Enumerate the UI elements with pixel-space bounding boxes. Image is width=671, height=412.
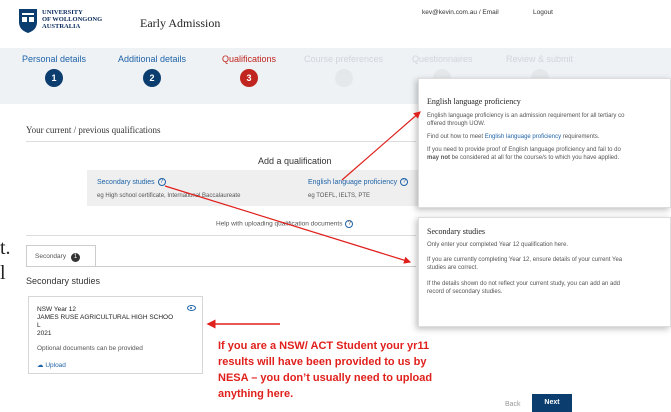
secondary-studies-examples: eg High school certificate, Internationa…: [97, 193, 241, 199]
tab-label: Secondary: [35, 253, 67, 260]
site-header: UNIVERSITY OF WOLLONGONG AUSTRALIA Early…: [0, 0, 671, 48]
panel-text: If the details shown do not reflect your…: [427, 281, 621, 287]
divider: [26, 235, 416, 236]
cropped-text: t.: [0, 237, 11, 259]
cloud-upload-icon: ☁: [37, 362, 44, 369]
step-qualifications[interactable]: Qualifications 3: [222, 54, 276, 87]
step-label: Review & submit: [506, 54, 574, 64]
step-personal-details[interactable]: Personal details 1: [22, 54, 86, 87]
tab-secondary[interactable]: Secondary 1: [26, 245, 96, 267]
card-year: 2021: [37, 330, 52, 337]
app-title: Early Admission: [140, 16, 221, 30]
panel-text: English language proficiency is an admis…: [427, 113, 625, 119]
panel-text: Only enter your completed Year 12 qualif…: [427, 242, 569, 248]
info-icon[interactable]: ?: [157, 178, 166, 186]
step-label: Questionnaires: [412, 54, 473, 64]
university-logo-text: UNIVERSITY OF WOLLONGONG AUSTRALIA: [42, 9, 103, 30]
next-button[interactable]: Next: [532, 394, 572, 412]
secondary-studies-option[interactable]: Secondary studies?: [97, 178, 166, 186]
card-title: NSW Year 12: [37, 306, 77, 313]
step-label: Personal details: [22, 54, 87, 64]
tab-count-badge: 1: [71, 253, 81, 262]
step-label: Course preferences: [304, 54, 384, 64]
qualification-options: Secondary studies? eg High school certif…: [87, 170, 420, 206]
panel-text: studies are correct.: [427, 265, 479, 271]
panel-text: offered through UOW.: [427, 121, 486, 127]
divider: [26, 141, 416, 142]
help-uploading-link[interactable]: Help with uploading qualification docume…: [216, 220, 354, 228]
info-icon: ?: [345, 220, 354, 228]
upload-button[interactable]: ☁ Upload: [37, 361, 66, 369]
panel-text: Find out how to meet English language pr…: [427, 134, 600, 140]
section-title: Your current / previous qualifications: [26, 125, 161, 135]
card-school-cont: L: [37, 322, 41, 329]
step-course-preferences: Course preferences 4: [304, 54, 383, 87]
step-number: 1: [45, 69, 64, 87]
panel-title: English language proficiency: [427, 97, 521, 106]
add-qualification-heading: Add a qualification: [258, 156, 332, 166]
step-label: Qualifications: [222, 54, 277, 64]
info-icon[interactable]: ?: [400, 178, 409, 186]
english-proficiency-examples: eg TOEFL, IELTS, PTE: [308, 193, 371, 199]
panel-text: If you are currently completing Year 12,…: [427, 257, 623, 263]
panel-title: Secondary studies: [427, 227, 485, 236]
panel-text: may not be considered at all for the cou…: [427, 155, 620, 161]
qualification-card[interactable]: NSW Year 12 JAMES RUSE AGRICULTURAL HIGH…: [28, 296, 203, 374]
step-number: 3: [240, 69, 259, 87]
secondary-studies-info-panel: Secondary studies Only enter your comple…: [418, 217, 671, 327]
step-number: 2: [143, 69, 162, 87]
panel-text: record of secondary studies.: [427, 289, 503, 295]
tab-underline: [26, 266, 416, 267]
logout-link[interactable]: Logout: [533, 9, 553, 16]
cropped-text: l: [0, 262, 6, 284]
english-proficiency-info-panel: English language proficiency English lan…: [418, 78, 671, 208]
secondary-studies-heading: Secondary studies: [26, 276, 101, 286]
step-label: Additional details: [118, 54, 187, 64]
uow-crest-icon: [19, 9, 37, 33]
panel-text: If you need to provide proof of English …: [427, 147, 621, 153]
eye-icon[interactable]: [187, 305, 196, 311]
card-school: JAMES RUSE AGRICULTURAL HIGH SCHOO: [37, 314, 174, 321]
step-number: 4: [334, 69, 353, 87]
back-button[interactable]: Back: [505, 401, 521, 408]
english-requirements-link[interactable]: English language proficiency: [485, 134, 561, 140]
step-additional-details[interactable]: Additional details 2: [118, 54, 186, 87]
english-proficiency-option[interactable]: English language proficiency?: [308, 178, 409, 186]
instruction-annotation: If you are a NSW/ ACT Student your yr11 …: [218, 340, 433, 400]
user-email[interactable]: kev@kevin.com.au / Email: [422, 9, 499, 16]
card-optional-docs: Optional documents can be provided: [37, 345, 143, 352]
